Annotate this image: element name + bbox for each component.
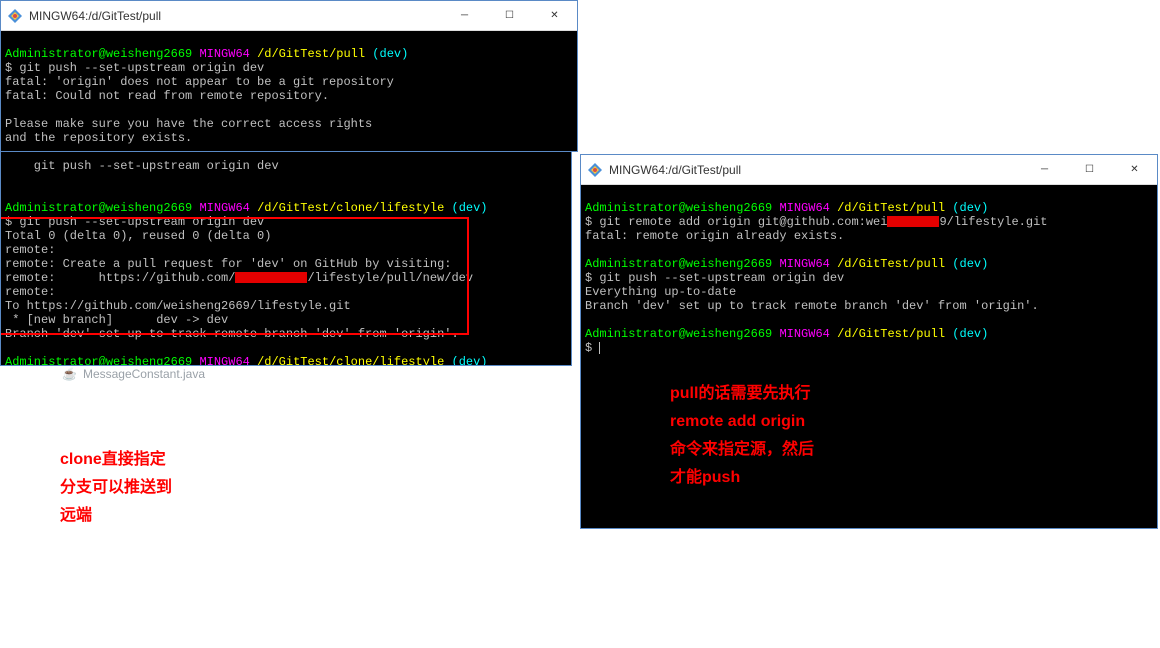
close-button[interactable]: ✕: [532, 1, 577, 30]
maximize-button[interactable]: ☐: [487, 1, 532, 30]
prompt-path: /d/GitTest/clone/lifestyle: [257, 355, 444, 365]
prompt-branch: (dev): [372, 47, 408, 61]
prompt-path: /d/GitTest/pull: [837, 201, 945, 215]
cmd-line: $: [585, 341, 599, 355]
minimize-button[interactable]: ─: [1022, 155, 1067, 184]
close-button[interactable]: ✕: [1112, 155, 1157, 184]
titlebar[interactable]: MINGW64:/d/GitTest/pull ─ ☐ ✕: [1, 1, 577, 31]
maximize-button[interactable]: ☐: [1067, 155, 1112, 184]
annotation-line: 分支可以推送到: [60, 474, 172, 502]
mingw-icon: [587, 162, 603, 178]
prompt-branch: (dev): [452, 355, 488, 365]
window-title: MINGW64:/d/GitTest/pull: [29, 9, 442, 23]
cmd-line: $ git push --set-upstream origin dev: [585, 271, 844, 285]
prompt-host: MINGW64: [199, 355, 249, 365]
prompt-branch: (dev): [952, 257, 988, 271]
output-line: fatal: 'origin' does not appear to be a …: [5, 75, 394, 89]
cursor: [599, 342, 600, 354]
terminal-window-3: MINGW64:/d/GitTest/pull ─ ☐ ✕ Administra…: [580, 154, 1158, 529]
annotation-line: 命令来指定源，然后: [670, 436, 814, 464]
output-line: git push --set-upstream origin dev: [5, 159, 279, 173]
output-line: remote: Create a pull request for 'dev' …: [5, 257, 451, 271]
file-name: MessageConstant.java: [83, 367, 205, 381]
annotation-line: clone直接指定: [60, 446, 172, 474]
output-line: Please make sure you have the correct ac…: [5, 117, 372, 131]
prompt-path: /d/GitTest/clone/lifestyle: [257, 201, 444, 215]
annotation-line: remote add origin: [670, 408, 814, 436]
prompt-branch: (dev): [452, 201, 488, 215]
output-line: Branch 'dev' set up to track remote bran…: [5, 327, 459, 341]
annotation-line: 远端: [60, 502, 172, 530]
prompt-user: Administrator@weisheng2669: [585, 257, 772, 271]
annotation-left: clone直接指定 分支可以推送到 远端: [60, 446, 172, 530]
redacted-text: [235, 272, 307, 283]
java-file-icon: ☕: [62, 367, 77, 381]
prompt-host: MINGW64: [199, 201, 249, 215]
mingw-icon: [7, 8, 23, 24]
cmd-line: $ git push --set-upstream origin dev: [5, 61, 264, 75]
output-line: remote:: [5, 243, 55, 257]
terminal-body[interactable]: Administrator@weisheng2669 MINGW64 /d/Gi…: [1, 31, 577, 151]
output-line: Total 0 (delta 0), reused 0 (delta 0): [5, 229, 271, 243]
prompt-user: Administrator@weisheng2669: [5, 355, 192, 365]
window-controls: ─ ☐ ✕: [442, 1, 577, 30]
output-line: fatal: remote origin already exists.: [585, 229, 844, 243]
prompt-path: /d/GitTest/pull: [257, 47, 365, 61]
prompt-branch: (dev): [952, 327, 988, 341]
prompt-path: /d/GitTest/pull: [837, 257, 945, 271]
prompt-host: MINGW64: [199, 47, 249, 61]
output-line: Branch 'dev' set up to track remote bran…: [585, 299, 1039, 313]
output-line: To https://github.com/weisheng2669/lifes…: [5, 299, 351, 313]
prompt-host: MINGW64: [779, 201, 829, 215]
output-line: fatal: Could not read from remote reposi…: [5, 89, 329, 103]
redacted-text: [887, 216, 939, 227]
window-controls: ─ ☐ ✕: [1022, 155, 1157, 184]
editor-tab[interactable]: ☕ MessageConstant.java: [62, 367, 205, 381]
cmd-line: $ git push --set-upstream origin dev: [5, 215, 264, 229]
prompt-host: MINGW64: [779, 327, 829, 341]
output-line: remote: https://github.com//lifestyle/pu…: [5, 271, 473, 285]
prompt-user: Administrator@weisheng2669: [585, 201, 772, 215]
output-line: Everything up-to-date: [585, 285, 736, 299]
annotation-right: pull的话需要先执行 remote add origin 命令来指定源，然后 …: [670, 380, 814, 492]
minimize-button[interactable]: ─: [442, 1, 487, 30]
annotation-line: pull的话需要先执行: [670, 380, 814, 408]
prompt-host: MINGW64: [779, 257, 829, 271]
prompt-path: /d/GitTest/pull: [837, 327, 945, 341]
prompt-user: Administrator@weisheng2669: [585, 327, 772, 341]
output-line: * [new branch] dev -> dev: [5, 313, 228, 327]
annotation-line: 才能push: [670, 464, 814, 492]
output-line: remote:: [5, 285, 55, 299]
terminal-window-2: MINGW64:/d/GitTest/pull ─ ☐ ✕ Administra…: [0, 0, 578, 152]
prompt-user: Administrator@weisheng2669: [5, 47, 192, 61]
prompt-user: Administrator@weisheng2669: [5, 201, 192, 215]
window-title: MINGW64:/d/GitTest/pull: [609, 163, 1022, 177]
titlebar[interactable]: MINGW64:/d/GitTest/pull ─ ☐ ✕: [581, 155, 1157, 185]
cmd-line: $ git remote add origin git@github.com:w…: [585, 215, 1047, 229]
prompt-branch: (dev): [952, 201, 988, 215]
terminal-body[interactable]: Administrator@weisheng2669 MINGW64 /d/Gi…: [581, 185, 1157, 528]
output-line: and the repository exists.: [5, 131, 192, 145]
